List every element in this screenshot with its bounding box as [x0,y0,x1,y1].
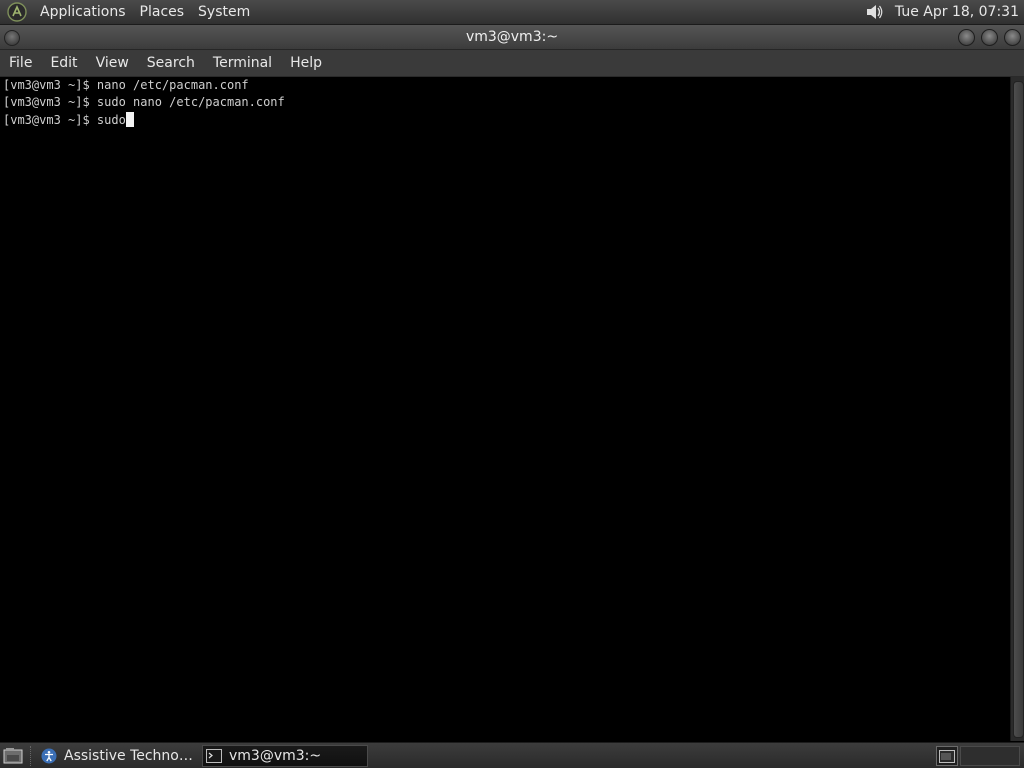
terminal-menubar: File Edit View Search Terminal Help [0,50,1024,77]
terminal-line: [vm3@vm3 ~]$ nano /etc/pacman.conf [3,78,249,92]
panel-separator [30,746,33,766]
terminal-line: [vm3@vm3 ~]$ sudo nano /etc/pacman.conf [3,95,285,110]
taskbar-item-label: vm3@vm3:~ [229,748,322,764]
menu-search[interactable]: Search [138,50,204,76]
terminal-icon [206,748,222,764]
taskbar-item-assistive[interactable]: Assistive Technologi… [38,745,200,767]
clock[interactable]: Tue Apr 18, 07:31 [895,4,1019,20]
terminal-line-text: [vm3@vm3 ~]$ sudo [3,112,126,127]
accessibility-icon [41,748,57,764]
menu-system[interactable]: System [191,0,257,24]
menu-applications[interactable]: Applications [33,0,133,24]
terminal-line-current: [vm3@vm3 ~]$ sudo [0,111,1010,129]
show-desktop-icon[interactable] [2,746,24,766]
menu-terminal[interactable]: Terminal [204,50,281,76]
close-icon[interactable] [1004,29,1021,46]
speaker-volume-icon[interactable] [863,1,885,23]
window-titlebar[interactable]: vm3@vm3:~ [0,25,1024,50]
terminal-scrollbar[interactable] [1010,77,1024,741]
text-cursor [125,111,134,127]
top-panel: Applications Places System Tue Apr 18, 0… [0,0,1024,25]
menu-edit[interactable]: Edit [41,50,86,76]
menu-view[interactable]: View [87,50,138,76]
menu-file[interactable]: File [0,50,41,76]
scrollbar-thumb[interactable] [1013,81,1024,738]
minimize-icon[interactable] [958,29,975,46]
menu-help[interactable]: Help [281,50,331,76]
taskbar-item-terminal[interactable]: vm3@vm3:~ [202,745,368,767]
taskbar-item-label: Assistive Technologi… [64,748,194,764]
window-title: vm3@vm3:~ [465,29,559,45]
terminal-area[interactable]: [vm3@vm3 ~]$ nano /etc/pacman.conf [vm3@… [0,77,1010,741]
menu-places[interactable]: Places [133,0,192,24]
workspace-switcher-icon[interactable] [936,746,958,766]
desktop-screen: Applications Places System Tue Apr 18, 0… [0,0,1024,768]
arch-linux-logo-icon[interactable] [7,2,27,22]
maximize-icon[interactable] [981,29,998,46]
bottom-panel: Assistive Technologi… vm3@vm3:~ [0,742,1024,768]
workspace-2[interactable] [960,746,1020,766]
